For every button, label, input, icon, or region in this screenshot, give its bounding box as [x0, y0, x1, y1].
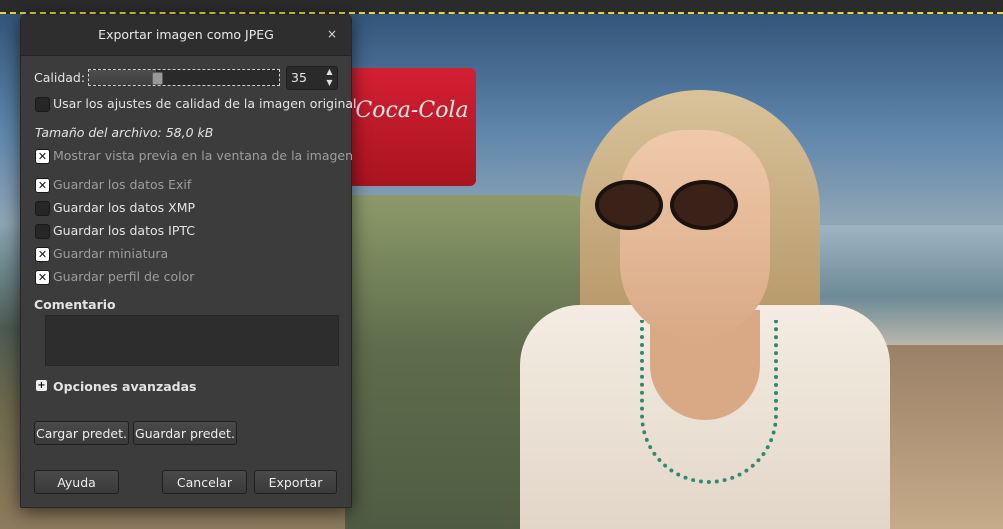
preview-label[interactable]: Mostrar vista previa en la ventana de la… [53, 148, 353, 163]
canvas-boundary-dashes [0, 0, 1003, 14]
use-original-quality-checkbox[interactable] [35, 97, 50, 112]
save-thumbnail-label[interactable]: Guardar miniatura [53, 246, 168, 261]
save-color-profile-checkbox[interactable]: ✕ [35, 270, 50, 285]
comment-textarea[interactable] [45, 315, 339, 366]
face [620, 130, 770, 340]
preview-checkbox[interactable]: ✕ [35, 149, 50, 164]
save-xmp-checkbox[interactable] [35, 201, 50, 216]
save-color-profile-label[interactable]: Guardar perfil de color [53, 269, 194, 284]
export-jpeg-dialog: Exportar imagen como JPEG × Calidad: 35 … [20, 14, 357, 508]
quality-spin-arrows[interactable]: ▲ ▼ [323, 66, 336, 88]
load-defaults-button[interactable]: Cargar predet. [34, 421, 129, 445]
dialog-title: Exportar imagen como JPEG [98, 27, 274, 42]
quality-slider-fill [89, 70, 156, 85]
save-iptc-checkbox[interactable] [35, 224, 50, 239]
file-size-label: Tamaño del archivo: 58,0 kB [35, 125, 214, 140]
close-icon[interactable]: × [323, 25, 341, 43]
quality-slider-handle[interactable] [152, 72, 163, 85]
save-thumbnail-checkbox[interactable]: ✕ [35, 247, 50, 262]
cancel-button[interactable]: Cancelar [162, 470, 247, 494]
advanced-options-toggle[interactable]: Opciones avanzadas [53, 379, 196, 394]
sunglasses-right-lens [670, 180, 738, 230]
plus-icon[interactable]: + [36, 380, 47, 391]
save-xmp-label[interactable]: Guardar los datos XMP [53, 200, 195, 215]
dialog-titlebar[interactable]: Exportar imagen como JPEG × [21, 15, 351, 56]
chevron-up-icon[interactable]: ▲ [323, 66, 336, 77]
export-button[interactable]: Exportar [254, 470, 337, 494]
help-button[interactable]: Ayuda [34, 470, 119, 494]
sunglasses-left-lens [595, 180, 663, 230]
comment-label: Comentario [34, 297, 116, 312]
red-cooler [348, 68, 476, 186]
save-exif-checkbox[interactable]: ✕ [35, 178, 50, 193]
save-defaults-button[interactable]: Guardar predet. [133, 421, 237, 445]
chevron-down-icon[interactable]: ▼ [323, 77, 336, 88]
quality-value[interactable]: 35 [291, 70, 307, 85]
necklace [640, 320, 778, 484]
save-iptc-label[interactable]: Guardar los datos IPTC [53, 223, 195, 238]
use-original-quality-label[interactable]: Usar los ajustes de calidad de la imagen… [53, 96, 357, 111]
cooler-logo: Coca-Cola [355, 98, 469, 123]
quality-label: Calidad: [34, 70, 86, 85]
woman-photo-subject [500, 90, 890, 529]
quality-slider[interactable] [88, 69, 280, 86]
save-exif-label[interactable]: Guardar los datos Exif [53, 177, 191, 192]
